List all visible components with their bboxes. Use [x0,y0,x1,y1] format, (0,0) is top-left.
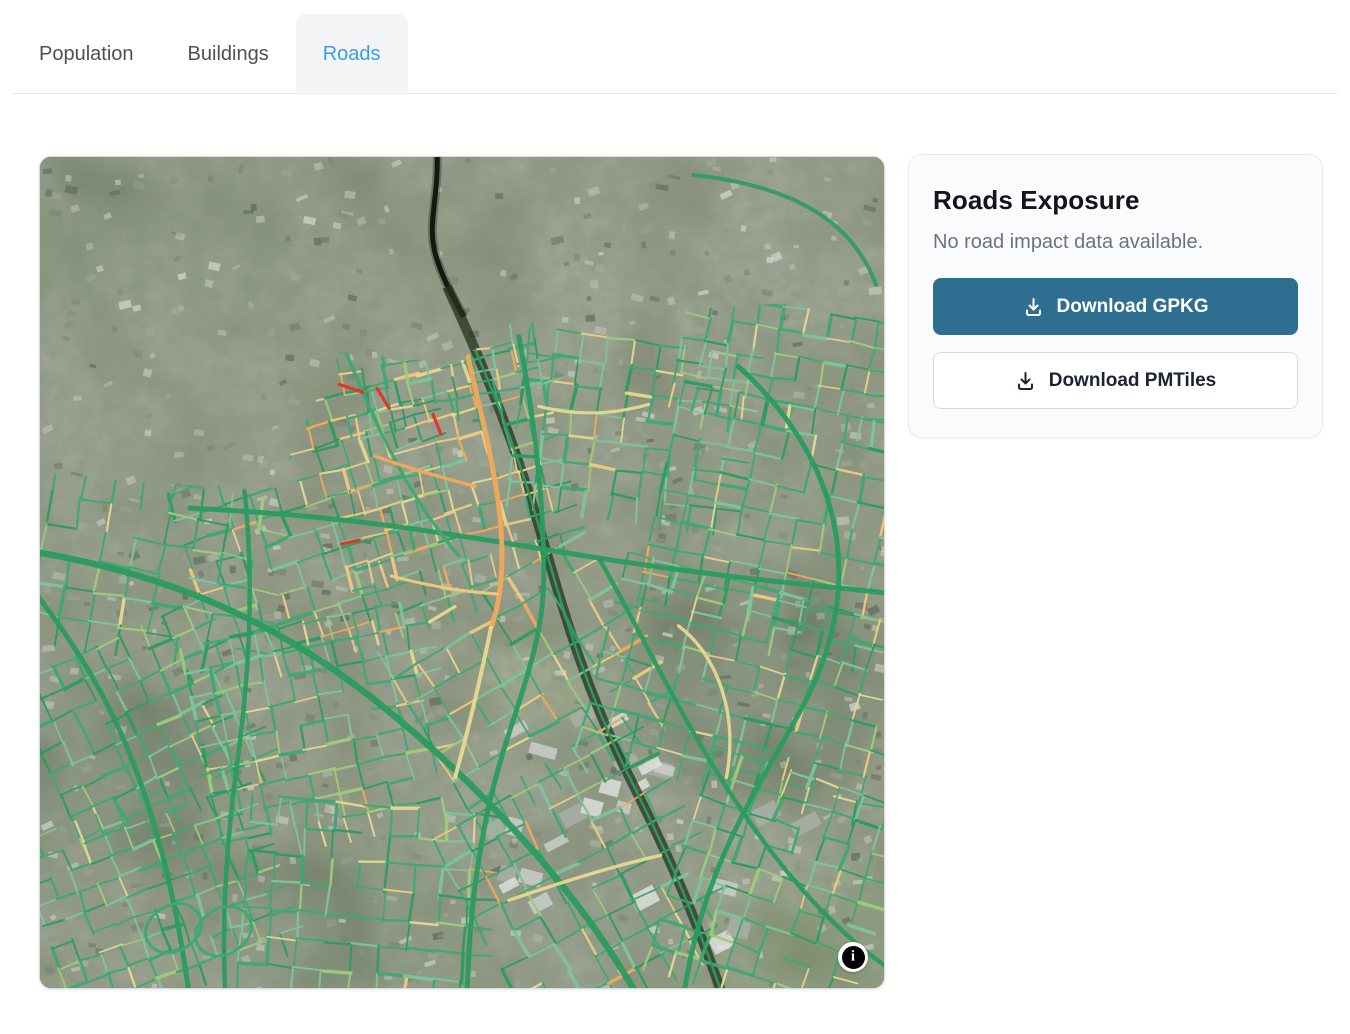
panel-title: Roads Exposure [933,185,1298,216]
download-pmtiles-label: Download PMTiles [1049,370,1217,392]
attribution-info-button[interactable]: i [838,942,868,972]
info-icon: i [842,946,865,969]
download-icon [1023,296,1044,317]
roads-exposure-panel: Roads Exposure No road impact data avail… [908,154,1323,438]
download-gpkg-label: Download GPKG [1057,296,1209,318]
tab-roads[interactable]: Roads [296,14,408,93]
download-gpkg-button[interactable]: Download GPKG [933,278,1298,335]
download-icon [1015,370,1036,391]
map-canvas[interactable] [40,157,884,988]
empty-message: No road impact data available. [933,231,1298,254]
main-content: i Roads Exposure No road impact data ava… [0,156,1350,989]
tab-buildings[interactable]: Buildings [161,14,296,93]
tab-population[interactable]: Population [12,14,161,93]
tab-bar: Population Buildings Roads [12,0,1338,94]
download-pmtiles-button[interactable]: Download PMTiles [933,352,1298,409]
map-panel: i [39,156,885,989]
